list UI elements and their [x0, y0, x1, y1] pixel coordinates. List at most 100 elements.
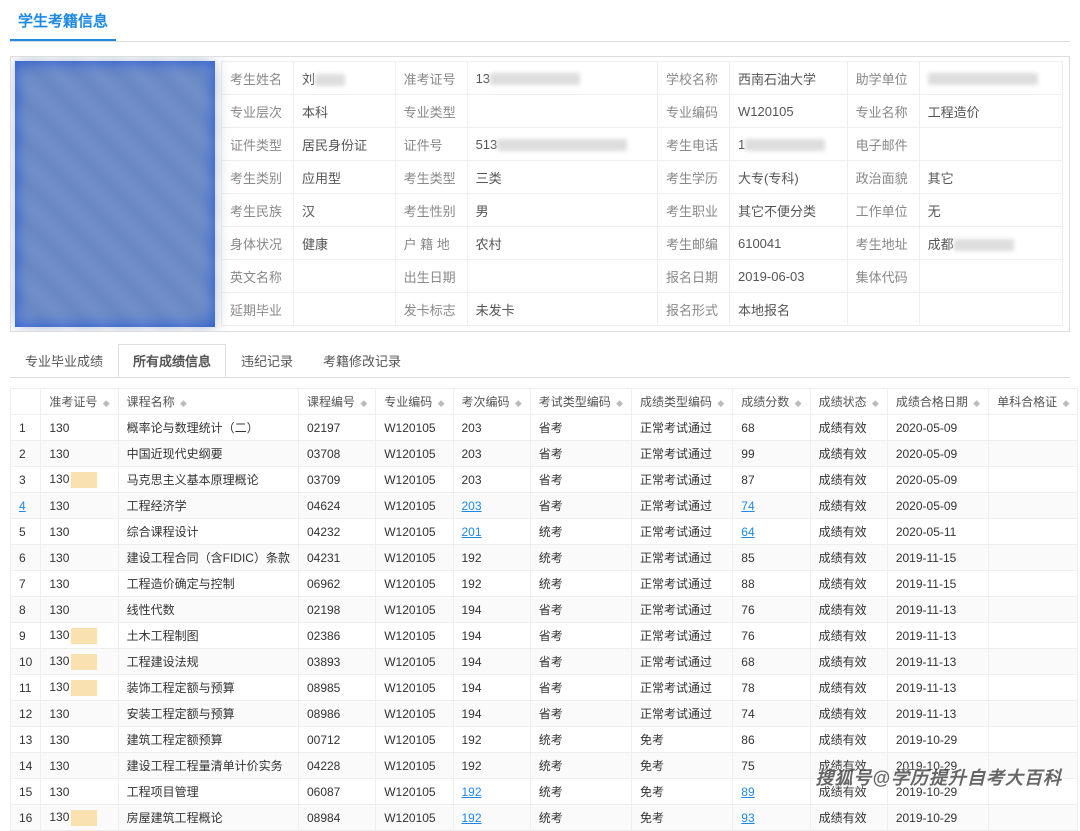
value-postcode: 610041 [729, 227, 847, 260]
link[interactable]: 201 [462, 525, 482, 539]
col-6[interactable]: 考试类型编码 ◆ [530, 389, 631, 415]
value-exam_no: 13 [467, 62, 657, 95]
grid-header-row: 准考证号 ◆课程名称 ◆课程编号 ◆专业编码 ◆考次编码 ◆考试类型编码 ◆成绩… [11, 389, 1078, 415]
value-name: 刘 [294, 62, 396, 95]
table-row[interactable]: 7130工程造价确定与控制06962W120105192统考正常考试通过88成绩… [11, 571, 1078, 597]
label-type: 专业类型 [395, 95, 467, 128]
value-cand_cat: 应用型 [294, 161, 396, 194]
label-cand_type: 考生类型 [395, 161, 467, 194]
label-card_flag: 发卡标志 [395, 293, 467, 326]
col-8[interactable]: 成绩分数 ◆ [733, 389, 810, 415]
link[interactable]: 74 [741, 499, 754, 513]
label-id_type: 证件类型 [222, 128, 294, 161]
label-school: 学校名称 [657, 62, 729, 95]
value-phone: 1 [729, 128, 847, 161]
col-3[interactable]: 课程编号 ◆ [298, 389, 375, 415]
table-row[interactable]: 11130装饰工程定额与预算08985W120105194省考正常考试通过78成… [11, 675, 1078, 701]
label-defer: 延期毕业 [222, 293, 294, 326]
value-major_name: 工程造价 [919, 95, 1062, 128]
value-email [919, 128, 1062, 161]
link[interactable]: 89 [741, 785, 754, 799]
link[interactable]: 192 [462, 785, 482, 799]
label-birth: 出生日期 [395, 260, 467, 293]
table-row[interactable]: 13130建筑工程定额预算00712W120105192统考免考86成绩有效20… [11, 727, 1078, 753]
tabs: 专业毕业成绩所有成绩信息违纪记录考籍修改记录 [10, 344, 1070, 378]
link[interactable]: 203 [462, 499, 482, 513]
label-politics: 政治面貌 [847, 161, 919, 194]
col-10[interactable]: 成绩合格日期 ◆ [887, 389, 988, 415]
value-politics: 其它 [919, 161, 1062, 194]
sort-icon: ◆ [515, 398, 522, 408]
table-row[interactable]: 4130工程经济学04624W120105203省考正常考试通过74成绩有效20… [11, 493, 1078, 519]
info-table: 考生姓名刘准考证号13学校名称西南石油大学助学单位专业层次本科专业类型专业编码W… [221, 61, 1063, 326]
col-7[interactable]: 成绩类型编码 ◆ [632, 389, 733, 415]
tab-1[interactable]: 所有成绩信息 [118, 344, 226, 377]
link[interactable]: 64 [741, 525, 754, 539]
label-id_no: 证件号 [395, 128, 467, 161]
table-row[interactable]: 2130中国近现代史纲要03708W120105203省考正常考试通过99成绩有… [11, 441, 1078, 467]
value-birth [467, 260, 657, 293]
sort-icon: ◆ [795, 398, 802, 408]
tab-0[interactable]: 专业毕业成绩 [10, 344, 118, 377]
label-edu: 考生学历 [657, 161, 729, 194]
value-cand_type: 三类 [467, 161, 657, 194]
student-photo [15, 61, 215, 327]
value-defer [294, 293, 396, 326]
sort-icon: ◆ [360, 398, 367, 408]
table-row[interactable]: 9130土木工程制图02386W120105194省考正常考试通过76成绩有效2… [11, 623, 1078, 649]
label-health: 身体状况 [222, 227, 294, 260]
table-row[interactable]: 3130马克思主义基本原理概论03709W120105203省考正常考试通过87… [11, 467, 1078, 493]
col-5[interactable]: 考次编码 ◆ [453, 389, 530, 415]
label-name: 考生姓名 [222, 62, 294, 95]
table-row[interactable]: 10130工程建设法规03893W120105194省考正常考试通过68成绩有效… [11, 649, 1078, 675]
label-job: 考生职业 [657, 194, 729, 227]
table-row[interactable]: 8130线性代数02198W120105194省考正常考试通过76成绩有效201… [11, 597, 1078, 623]
label-group_code: 集体代码 [847, 260, 919, 293]
sort-icon: ◆ [973, 398, 980, 408]
label-workplace: 工作单位 [847, 194, 919, 227]
label-cand_cat: 考生类别 [222, 161, 294, 194]
label-major_code: 专业编码 [657, 95, 729, 128]
col-4[interactable]: 专业编码 ◆ [376, 389, 453, 415]
label-phone: 考生电话 [657, 128, 729, 161]
table-row[interactable]: 12130安装工程定额与预算08986W120105194省考正常考试通过74成… [11, 701, 1078, 727]
table-row[interactable]: 6130建设工程合同（含FIDIC）条款04231W120105192统考正常考… [11, 545, 1078, 571]
value-group_code [919, 260, 1062, 293]
label-hukou: 户 籍 地 [395, 227, 467, 260]
link[interactable]: 93 [741, 811, 754, 825]
value-reg_form: 本地报名 [729, 293, 847, 326]
col-11[interactable]: 单科合格证 ◆ [989, 389, 1078, 415]
col-9[interactable]: 成绩状态 ◆ [810, 389, 887, 415]
label-reg_form: 报名形式 [657, 293, 729, 326]
value-school: 西南石油大学 [729, 62, 847, 95]
value-sponsor [919, 62, 1062, 95]
tab-2[interactable]: 违纪记录 [226, 344, 308, 377]
value-hukou: 农村 [467, 227, 657, 260]
value-en_name [294, 260, 396, 293]
table-row[interactable]: 1130概率论与数理统计（二）02197W120105203省考正常考试通过68… [11, 415, 1078, 441]
label-level: 专业层次 [222, 95, 294, 128]
value-workplace: 无 [919, 194, 1062, 227]
table-row[interactable]: 16130房屋建筑工程概论08984W120105192统考免考93成绩有效20… [11, 805, 1078, 831]
value-level: 本科 [294, 95, 396, 128]
value-id_no: 513 [467, 128, 657, 161]
value-type [467, 95, 657, 128]
label-exam_no: 准考证号 [395, 62, 467, 95]
col-1[interactable]: 准考证号 ◆ [41, 389, 118, 415]
sort-icon: ◆ [1062, 398, 1069, 408]
student-info-panel: 考生姓名刘准考证号13学校名称西南石油大学助学单位专业层次本科专业类型专业编码W… [10, 56, 1070, 332]
link[interactable]: 4 [19, 499, 26, 513]
link[interactable]: 192 [462, 811, 482, 825]
label-address: 考生地址 [847, 227, 919, 260]
value-ethnic: 汉 [294, 194, 396, 227]
sort-icon: ◆ [438, 398, 445, 408]
sort-icon: ◆ [717, 398, 724, 408]
tab-3[interactable]: 考籍修改记录 [308, 344, 416, 377]
col-2[interactable]: 课程名称 ◆ [118, 389, 298, 415]
value-card_flag: 未发卡 [467, 293, 657, 326]
sort-icon: ◆ [872, 398, 879, 408]
value-major_code: W120105 [729, 95, 847, 128]
label-major_name: 专业名称 [847, 95, 919, 128]
value-id_type: 居民身份证 [294, 128, 396, 161]
table-row[interactable]: 5130综合课程设计04232W120105201统考正常考试通过64成绩有效2… [11, 519, 1078, 545]
